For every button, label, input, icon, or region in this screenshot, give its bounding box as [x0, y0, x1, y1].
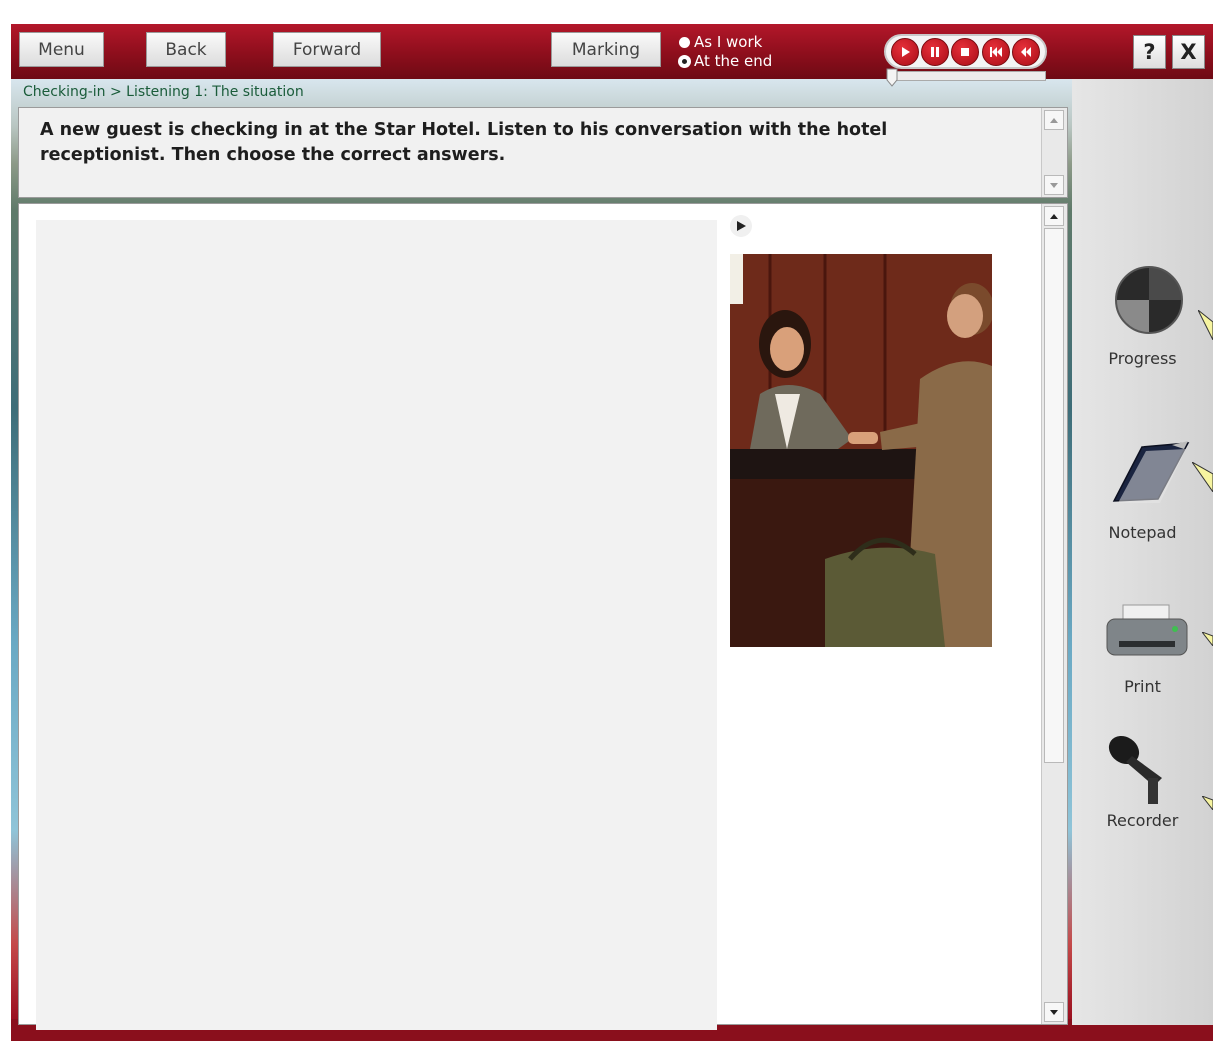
- print-label: Print: [1124, 677, 1161, 696]
- radio-at-the-end[interactable]: At the end: [679, 52, 772, 71]
- breadcrumb: Checking-in > Listening 1: The situation: [23, 84, 304, 100]
- marking-mode-radio-group: As I work At the end: [679, 33, 772, 71]
- highlight-beam-icon: [1198, 310, 1213, 340]
- scroll-up-icon[interactable]: [1044, 110, 1064, 130]
- menu-button[interactable]: Menu: [19, 32, 104, 67]
- notepad-icon: [1112, 441, 1190, 503]
- stop-icon[interactable]: [951, 37, 980, 66]
- rewind-icon[interactable]: [981, 37, 1010, 66]
- tools-sidebar: Progress Notepad Print Recorder: [1072, 79, 1213, 1025]
- help-button[interactable]: ?: [1133, 35, 1166, 69]
- recorder-label: Recorder: [1106, 811, 1179, 830]
- play-icon[interactable]: [891, 37, 920, 66]
- skip-back-icon[interactable]: [1011, 37, 1040, 66]
- scrollbar-thumb[interactable]: [1044, 228, 1064, 763]
- scroll-down-icon[interactable]: [1044, 1002, 1064, 1022]
- highlight-beam-icon: [1192, 462, 1213, 492]
- notepad-tool[interactable]: Notepad: [1072, 439, 1213, 549]
- highlight-beam-icon: [1202, 632, 1213, 646]
- radio-unselected-icon: [679, 37, 690, 48]
- radio-label: As I work: [694, 33, 763, 51]
- microphone-icon: [1108, 735, 1162, 804]
- instructions-scrollbar[interactable]: [1041, 108, 1067, 197]
- audio-slider-thumb[interactable]: [886, 68, 898, 87]
- instructions-text: A new guest is checking in at the Star H…: [40, 120, 888, 165]
- scroll-up-icon[interactable]: [1044, 206, 1064, 226]
- radio-as-i-work[interactable]: As I work: [679, 33, 772, 52]
- instructions-panel: A new guest is checking in at the Star H…: [18, 107, 1068, 198]
- audio-play-icon[interactable]: [730, 215, 752, 237]
- content-scrollbar[interactable]: [1041, 204, 1067, 1024]
- content-area: [18, 203, 1068, 1030]
- highlight-beam-icon: [1202, 796, 1213, 810]
- hotel-checkin-photo: [730, 254, 992, 647]
- progress-label: Progress: [1108, 349, 1177, 368]
- scroll-down-icon[interactable]: [1044, 175, 1064, 195]
- print-tool[interactable]: Print: [1072, 601, 1213, 701]
- close-button[interactable]: X: [1172, 35, 1205, 69]
- forward-button[interactable]: Forward: [273, 32, 381, 67]
- answer-panel: [36, 220, 717, 1030]
- printer-icon: [1106, 604, 1188, 656]
- progress-icon: [1115, 266, 1183, 334]
- back-button[interactable]: Back: [146, 32, 226, 67]
- progress-tool[interactable]: Progress: [1072, 264, 1213, 374]
- notepad-label: Notepad: [1108, 523, 1177, 542]
- recorder-tool[interactable]: Recorder: [1072, 734, 1213, 844]
- marking-button[interactable]: Marking: [551, 32, 661, 67]
- audio-progress-track[interactable]: [887, 71, 1046, 81]
- media-controls: [884, 34, 1047, 69]
- pause-icon[interactable]: [921, 37, 950, 66]
- radio-selected-icon: [679, 56, 690, 67]
- radio-label: At the end: [694, 52, 773, 70]
